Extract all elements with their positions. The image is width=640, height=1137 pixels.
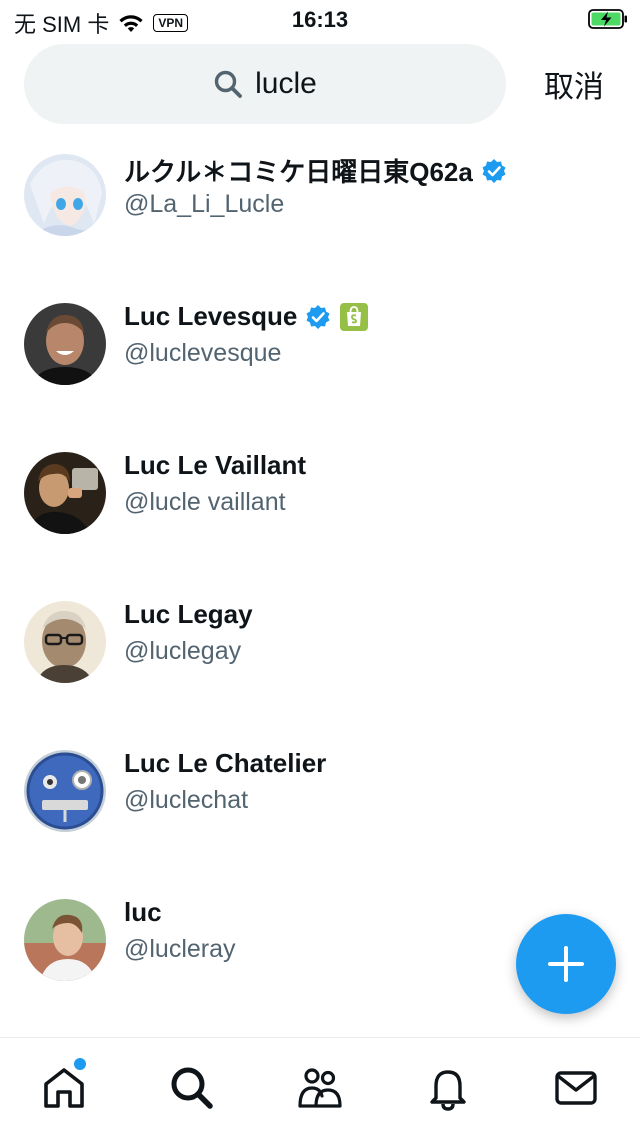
messages-icon [555,1070,597,1105]
verified-badge-icon [482,158,506,183]
communities-icon [298,1067,342,1108]
avatar[interactable] [24,601,106,683]
verified-badge-icon [306,304,330,329]
cancel-button[interactable]: 取消 [544,62,604,106]
battery-charging-icon [588,9,627,29]
name-line: Luc Levesque [124,301,369,332]
tab-communities[interactable] [256,1038,384,1137]
display-name: Luc Legay [124,599,253,629]
user-handle: @La_Li_Lucle [124,190,285,218]
display-name: Luc Le Vaillant [124,450,307,480]
shop-bag-icon [340,302,369,331]
display-name: ルクル＊コミケ日曜日東Q62a [124,157,473,187]
name-line: Luc Le Vaillant [124,450,306,481]
name-line: luc [124,897,162,928]
user-handle: @lucle vaillant [124,488,286,516]
tab-home[interactable] [0,1038,128,1137]
display-name: Luc Levesque [124,301,298,331]
bottom-tab-bar [0,1037,640,1137]
tab-notifications[interactable] [384,1038,512,1137]
search-row: lucle 取消 [0,44,640,124]
tab-search[interactable] [128,1038,256,1137]
status-time: 16:13 [291,7,349,32]
user-handle: @luclevesque [124,339,282,367]
plus-icon [548,946,584,982]
status-bar: 无 SIM 卡 VPN 16:13 [0,0,640,40]
avatar[interactable] [24,452,106,534]
search-input[interactable]: lucle [24,44,506,124]
avatar[interactable] [24,899,106,981]
avatar[interactable] [24,154,106,236]
result-item[interactable]: Luc Levesque @luclevesque [0,289,640,399]
result-item[interactable]: Luc Le Vaillant @lucle vaillant [0,438,640,548]
compose-fab-button[interactable] [516,914,616,1014]
search-icon [171,1067,213,1109]
user-handle: @lucleray [124,935,236,963]
avatar[interactable] [24,303,106,385]
display-name: Luc Le Chatelier [124,748,327,778]
home-notification-dot [72,1056,88,1072]
name-line: Luc Legay [124,599,253,630]
tab-messages[interactable] [512,1038,640,1137]
name-line: ルクル＊コミケ日曜日東Q62a [124,152,507,189]
user-handle: @luclegay [124,637,242,665]
avatar[interactable] [24,750,106,832]
result-item[interactable]: Luc Le Chatelier @luclechat [0,736,640,846]
result-item[interactable]: ルクル＊コミケ日曜日東Q62a @La_Li_Lucle [0,140,640,250]
user-handle: @luclechat [124,786,249,814]
display-name: luc [124,897,162,927]
notifications-icon [430,1069,466,1111]
search-query: lucle [255,67,317,100]
result-item[interactable]: Luc Legay @luclegay [0,587,640,697]
name-line: Luc Le Chatelier [124,748,326,779]
search-icon [214,70,243,98]
